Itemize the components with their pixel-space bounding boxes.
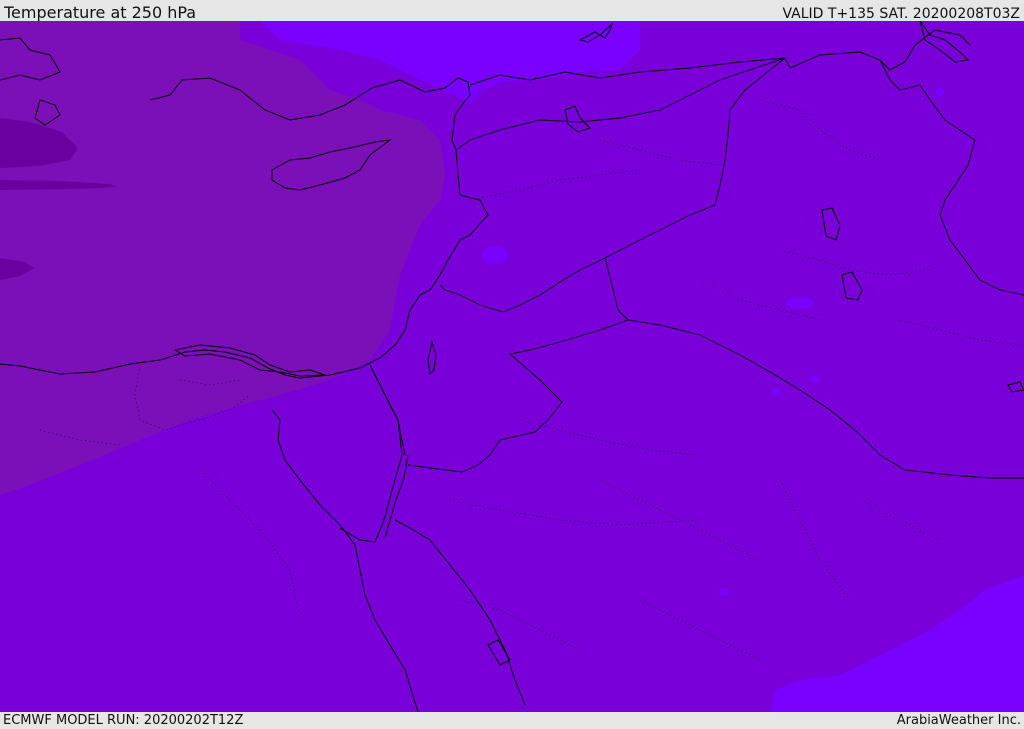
field-warm-spot-6: [936, 87, 944, 97]
field-warm-spot-2: [786, 297, 814, 309]
weather-map[interactable]: [0, 21, 1024, 712]
credit: ArabiaWeather Inc.: [896, 713, 1021, 728]
footer-bar: ECMWF MODEL RUN: 20200202T12Z ArabiaWeat…: [0, 712, 1024, 729]
field-warm-spot-4: [810, 375, 820, 383]
model-run: ECMWF MODEL RUN: 20200202T12Z: [3, 713, 244, 728]
map-title: Temperature at 250 hPa: [4, 3, 197, 22]
header-bar: Temperature at 250 hPa VALID T+135 SAT. …: [0, 0, 1024, 22]
field-warm-spot-5: [719, 588, 729, 596]
field-warm-spot-3: [771, 388, 781, 396]
field-warm-spot-1: [482, 246, 508, 264]
valid-time: VALID T+135 SAT. 20200208T03Z: [782, 6, 1020, 22]
